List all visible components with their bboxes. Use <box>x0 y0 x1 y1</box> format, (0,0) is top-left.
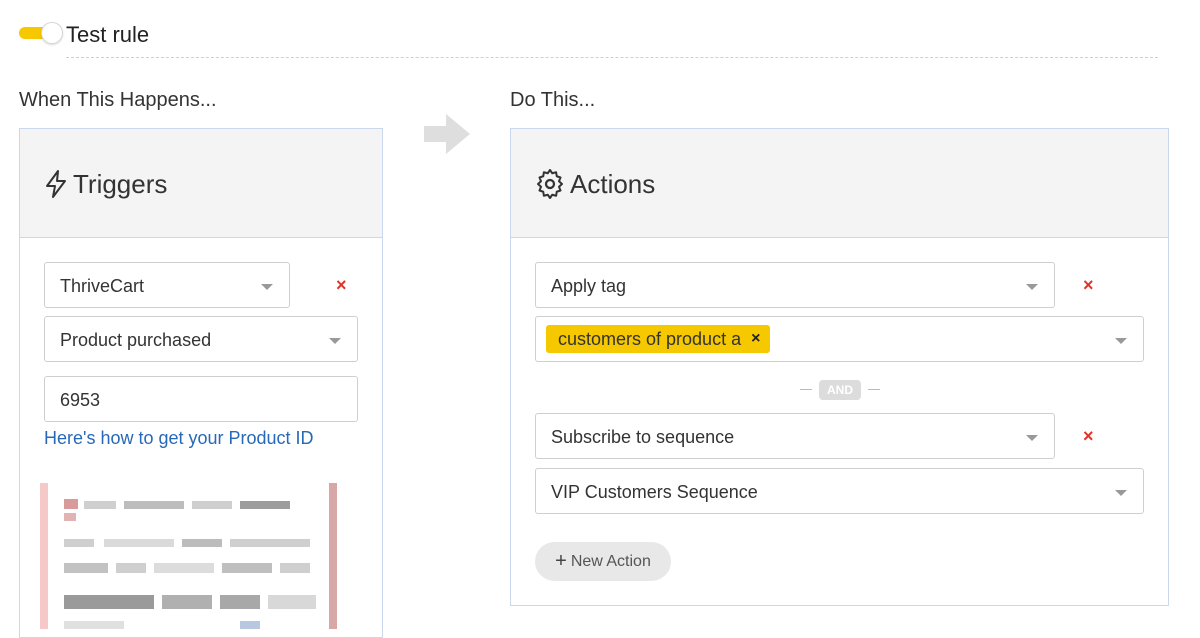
chevron-down-icon <box>1115 338 1127 344</box>
rule-name-underline <box>66 57 1158 58</box>
rule-name[interactable]: Test rule <box>66 22 149 48</box>
action-type-value: Apply tag <box>551 276 627 296</box>
tag-multiselect[interactable]: customers of product a × <box>535 316 1144 362</box>
and-badge: AND <box>819 380 861 400</box>
product-id-input[interactable]: 6953 <box>44 376 358 422</box>
trigger-event-value: Product purchased <box>60 330 212 350</box>
chevron-down-icon <box>329 338 341 344</box>
tag-chip: customers of product a × <box>546 325 771 353</box>
blurred-preview-image <box>40 483 337 629</box>
actions-title: Actions <box>570 169 656 199</box>
integration-select[interactable]: ThriveCart <box>44 262 290 308</box>
actions-panel-header: Actions <box>511 129 1168 238</box>
rule-enabled-toggle[interactable] <box>19 22 63 44</box>
chevron-down-icon <box>1026 284 1038 290</box>
new-action-button[interactable]: + New Action <box>535 542 671 581</box>
sequence-select[interactable]: VIP Customers Sequence <box>535 468 1144 514</box>
triggers-panel-header: Triggers <box>20 129 382 238</box>
do-section-label: Do This... <box>510 89 596 111</box>
toggle-knob <box>41 22 63 44</box>
when-section-label: When This Happens... <box>19 89 217 111</box>
delete-action-button[interactable]: × <box>1083 426 1094 447</box>
chevron-down-icon <box>261 284 273 290</box>
gear-icon <box>537 169 563 199</box>
sequence-value: VIP Customers Sequence <box>551 482 758 502</box>
plus-icon: + <box>555 550 567 572</box>
action-type-select[interactable]: Subscribe to sequence <box>535 413 1055 459</box>
remove-tag-icon[interactable]: × <box>751 330 760 348</box>
actions-panel: Actions <box>510 128 1169 606</box>
chevron-down-icon <box>1026 435 1038 441</box>
action-type-select[interactable]: Apply tag <box>535 262 1055 308</box>
delete-action-button[interactable]: × <box>1083 275 1094 296</box>
action-type-value: Subscribe to sequence <box>551 427 735 447</box>
triggers-title: Triggers <box>73 169 168 199</box>
arrow-right-icon <box>424 114 470 154</box>
product-id-help-link[interactable]: Here's how to get your Product ID <box>44 428 314 449</box>
trigger-event-select[interactable]: Product purchased <box>44 316 358 362</box>
product-id-value: 6953 <box>60 390 101 410</box>
new-action-label: New Action <box>570 552 651 570</box>
lightning-icon <box>46 170 66 198</box>
integration-value: ThriveCart <box>60 276 145 296</box>
and-separator: AND <box>797 380 883 400</box>
tag-chip-label: customers of product a <box>558 328 742 349</box>
chevron-down-icon <box>1115 490 1127 496</box>
delete-trigger-button[interactable]: × <box>336 275 347 296</box>
